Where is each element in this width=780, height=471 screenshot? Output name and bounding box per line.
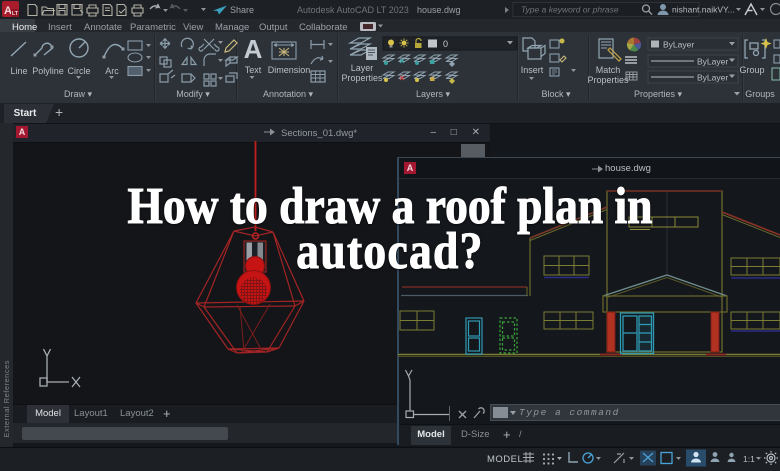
svg-text:Share: Share [230,5,254,15]
svg-text:Type a keyword or phrase: Type a keyword or phrase [521,5,619,15]
svg-text:house.dwg: house.dwg [417,5,461,15]
svg-text:nishant.naikVY...: nishant.naikVY... [672,5,735,15]
svg-text:ByLayer: ByLayer [697,57,728,67]
svg-text:A: A [4,5,12,17]
svg-text:LT: LT [12,11,19,17]
svg-text:1:1: 1:1 [743,454,755,464]
svg-text:A: A [244,34,263,64]
svg-text:Autodesk AutoCAD LT 2023: Autodesk AutoCAD LT 2023 [297,5,409,15]
svg-text:0: 0 [443,39,448,49]
svg-text:ByLayer: ByLayer [663,40,694,50]
svg-text:ByLayer: ByLayer [697,73,728,83]
